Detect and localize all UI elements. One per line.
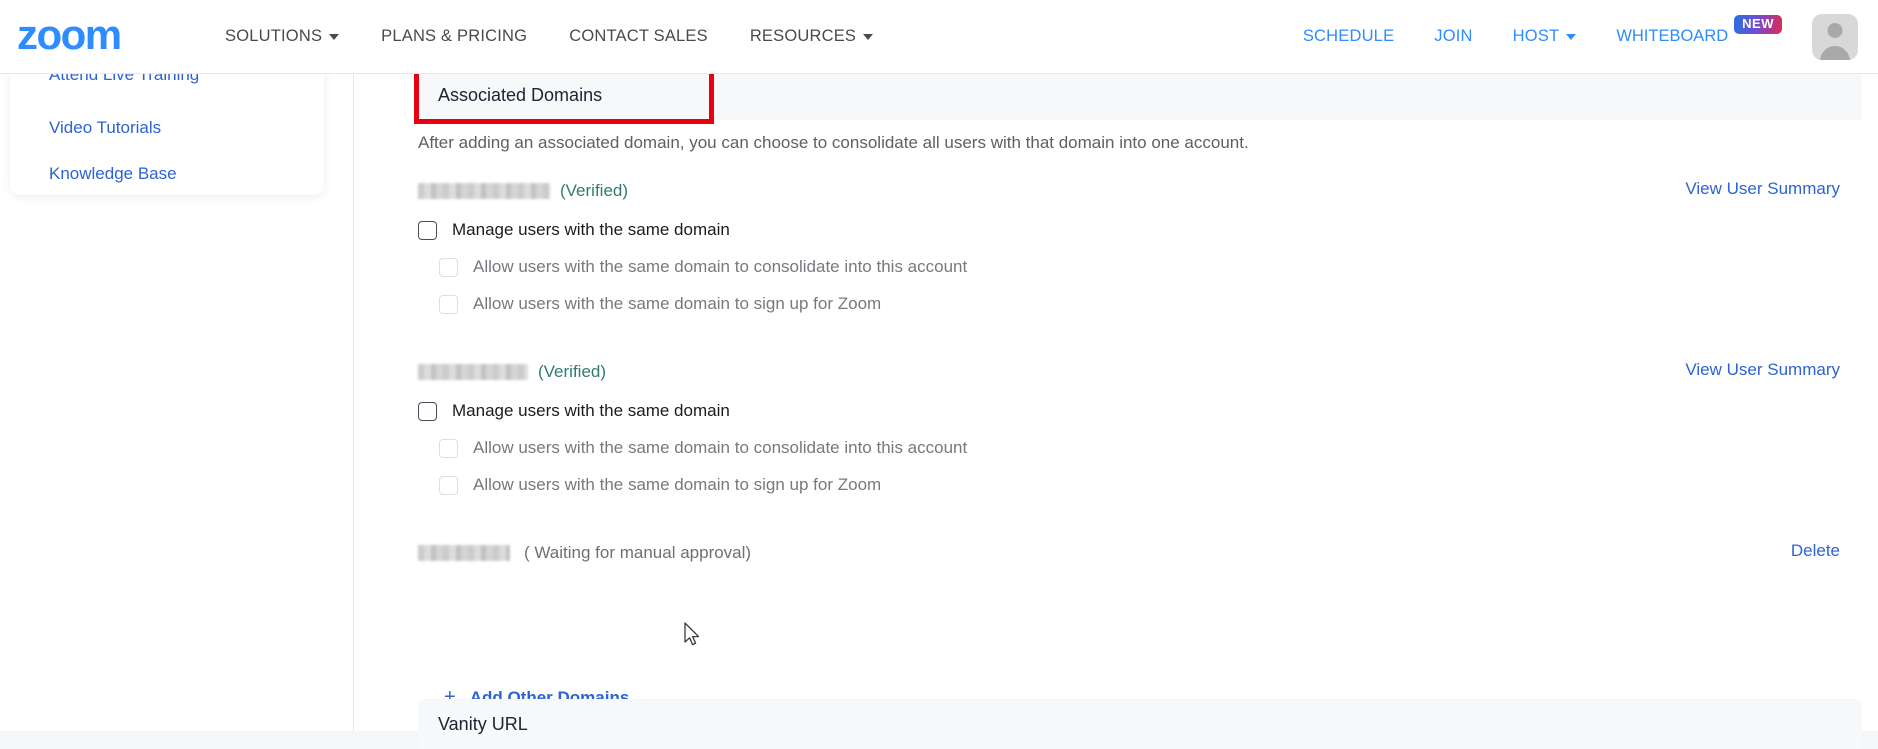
checkbox-label: Allow users with the same domain to sign… [473, 294, 881, 314]
user-avatar-icon[interactable] [1812, 14, 1858, 60]
associated-domains-title: Associated Domains [438, 85, 602, 106]
checkbox-label: Manage users with the same domain [452, 220, 730, 240]
domain-block: (Verified) Manage users with the same do… [418, 360, 1862, 495]
svg-text:zoom: zoom [17, 15, 121, 58]
redacted-domain-name [418, 183, 550, 199]
view-user-summary-link[interactable]: View User Summary [1685, 179, 1840, 199]
checkbox-manage-users[interactable] [418, 221, 437, 240]
checkbox-label: Manage users with the same domain [452, 401, 730, 421]
nav-item-whiteboard[interactable]: WHITEBOARD NEW [1596, 27, 1788, 46]
domain-status-pending: ( Waiting for manual approval) [524, 543, 751, 563]
domain-name-row-pending: ( Waiting for manual approval) [418, 541, 751, 565]
nav-item-schedule[interactable]: SCHEDULE [1283, 27, 1414, 46]
associated-domains-description: After adding an associated domain, you c… [418, 133, 1249, 153]
checkbox-row-signup: Allow users with the same domain to sign… [418, 475, 1862, 495]
checkbox-signup [439, 295, 458, 314]
redacted-domain-name [418, 545, 510, 561]
chevron-down-icon [863, 34, 873, 40]
domain-block: (Verified) Manage users with the same do… [418, 179, 1862, 314]
checkbox-label: Allow users with the same domain to cons… [473, 438, 967, 458]
checkbox-row-signup: Allow users with the same domain to sign… [418, 294, 1862, 314]
chevron-down-icon [329, 34, 339, 40]
main-content: Associated Domains After adding an assoc… [354, 74, 1878, 731]
checkbox-row-manage-users[interactable]: Manage users with the same domain [418, 220, 1862, 240]
zoom-logo[interactable]: zoom [14, 11, 160, 63]
nav-label: RESOURCES [750, 27, 856, 46]
nav-label: WHITEBOARD [1616, 27, 1728, 46]
top-navigation-bar: zoom SOLUTIONS PLANS & PRICING CONTACT S… [0, 0, 1878, 74]
nav-item-plans-pricing[interactable]: PLANS & PRICING [360, 27, 548, 46]
nav-item-contact-sales[interactable]: CONTACT SALES [548, 27, 729, 46]
nav-item-solutions[interactable]: SOLUTIONS [204, 27, 360, 46]
new-badge: NEW [1734, 15, 1782, 34]
checkbox-label: Allow users with the same domain to sign… [473, 475, 881, 495]
vanity-url-section-header: Vanity URL [418, 699, 1862, 749]
nav-item-resources[interactable]: RESOURCES [729, 27, 894, 46]
nav-label: SOLUTIONS [225, 27, 322, 46]
sidebar-item-video-tutorials[interactable]: Video Tutorials [49, 118, 161, 138]
nav-item-join[interactable]: JOIN [1414, 27, 1492, 46]
view-user-summary-link[interactable]: View User Summary [1685, 360, 1840, 380]
checkbox-row-consolidate: Allow users with the same domain to cons… [418, 257, 1862, 277]
checkbox-signup [439, 476, 458, 495]
domain-status-verified: (Verified) [560, 181, 628, 201]
associated-domains-section-header: Associated Domains [418, 70, 1862, 120]
nav-label: JOIN [1434, 27, 1472, 46]
domain-name-row: (Verified) [418, 360, 1862, 384]
delete-link[interactable]: Delete [1791, 541, 1840, 561]
checkbox-consolidate [439, 439, 458, 458]
domain-status-verified: (Verified) [538, 362, 606, 382]
nav-item-host[interactable]: HOST [1493, 27, 1597, 46]
checkbox-row-consolidate: Allow users with the same domain to cons… [418, 438, 1862, 458]
vanity-url-title: Vanity URL [438, 714, 528, 735]
nav-label: CONTACT SALES [569, 27, 708, 46]
primary-nav-links: SOLUTIONS PLANS & PRICING CONTACT SALES … [204, 27, 894, 46]
checkbox-manage-users[interactable] [418, 402, 437, 421]
nav-label: SCHEDULE [1303, 27, 1394, 46]
nav-label: HOST [1513, 27, 1560, 46]
checkbox-consolidate [439, 258, 458, 277]
nav-label: PLANS & PRICING [381, 27, 527, 46]
checkbox-label: Allow users with the same domain to cons… [473, 257, 967, 277]
secondary-nav-links: SCHEDULE JOIN HOST WHITEBOARD NEW [1283, 14, 1878, 60]
redacted-domain-name [418, 364, 528, 380]
domain-name-row: (Verified) [418, 179, 1862, 203]
chevron-down-icon [1566, 34, 1576, 40]
checkbox-row-manage-users[interactable]: Manage users with the same domain [418, 401, 1862, 421]
sidebar-item-knowledge-base[interactable]: Knowledge Base [49, 164, 177, 184]
